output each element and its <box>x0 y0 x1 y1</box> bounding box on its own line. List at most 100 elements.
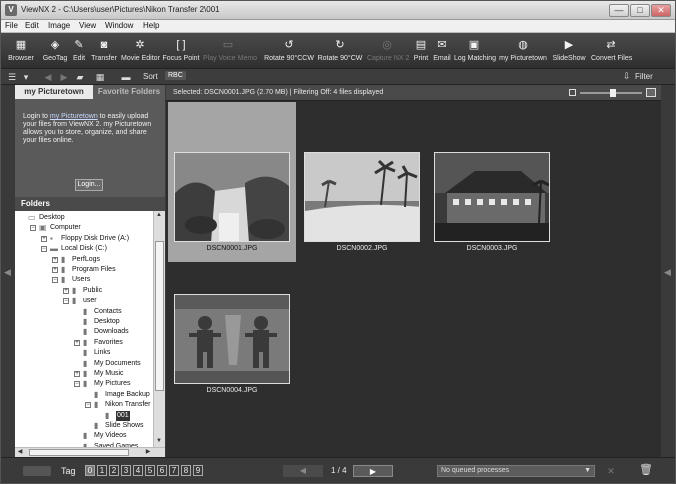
expand-icon[interactable]: + <box>74 371 80 377</box>
tree-item[interactable]: − ▬ Local Disk (C:) <box>15 244 153 254</box>
tag-6-button[interactable]: 6 <box>157 465 167 476</box>
sort-dropdown[interactable]: RBC <box>165 71 186 80</box>
menu-image[interactable]: Image <box>48 21 70 30</box>
large-thumbnail-icon[interactable] <box>646 88 656 97</box>
tree-item[interactable]: − ▣ Computer <box>15 223 153 233</box>
tree-item[interactable]: − ▮ Users <box>15 275 153 285</box>
cancel-process-icon[interactable]: ✕ <box>605 465 617 477</box>
scrollbar-thumb[interactable] <box>155 241 164 391</box>
chevron-left-icon[interactable]: ◀ <box>4 267 11 278</box>
thumbnail-item[interactable]: DSCN0003.JPG <box>428 102 556 262</box>
tree-item[interactable]: ▮ Slide Shows <box>15 421 153 431</box>
thumbnail-item[interactable]: DSCN0004.JPG <box>168 260 296 420</box>
display-options-icon[interactable]: ▬ <box>119 71 133 83</box>
left-panel-handle[interactable]: ◀ <box>1 85 15 457</box>
log-matching-button[interactable]: ▣ Log Matching <box>454 35 496 67</box>
expand-icon[interactable]: + <box>41 235 47 242</box>
trash-icon[interactable]: 🗑 <box>639 463 653 478</box>
my-picturetown-button[interactable]: ◍ my Picturetown <box>498 35 548 67</box>
print-button[interactable]: ▤ Print <box>413 35 429 67</box>
menu-window[interactable]: Window <box>105 21 133 30</box>
filter-button[interactable]: Filter <box>635 72 653 81</box>
small-thumbnail-icon[interactable] <box>569 89 576 96</box>
rotate-90-ccw-button[interactable]: ↺ Rotate 90°CCW <box>263 35 315 67</box>
next-page-button[interactable]: ▶ <box>353 465 393 477</box>
slider-handle[interactable] <box>610 89 616 97</box>
tag-0-button[interactable]: 0 <box>85 465 95 476</box>
folder-tree-horizontal-scrollbar[interactable]: ◀ ▶ <box>15 447 165 457</box>
close-button[interactable]: ✕ <box>651 4 671 17</box>
tag-1-button[interactable]: 1 <box>97 465 107 476</box>
tag-8-button[interactable]: 8 <box>181 465 191 476</box>
tree-item[interactable]: + ▮ Program Files <box>15 265 153 275</box>
geotag-button[interactable]: ◈ GeoTag <box>41 35 69 67</box>
tree-item[interactable]: ▮ Links <box>15 348 153 358</box>
collapse-icon[interactable]: − <box>85 402 91 409</box>
tree-item[interactable]: ▮ My Documents <box>15 359 153 369</box>
tree-item[interactable]: − ▮ user <box>15 296 153 306</box>
tab-favorite-folders[interactable]: Favorite Folders <box>93 85 165 99</box>
thumbnail-options-icon[interactable]: ▦ <box>93 71 107 83</box>
login-button[interactable]: Login... <box>75 179 103 191</box>
menu-file[interactable]: File <box>5 21 18 30</box>
tree-item[interactable]: + ▮ Public <box>15 286 153 296</box>
tag-9-button[interactable]: 9 <box>193 465 203 476</box>
menu-help[interactable]: Help <box>143 21 159 30</box>
thumbnail-image[interactable] <box>304 152 420 242</box>
collapse-icon[interactable]: − <box>41 246 47 253</box>
tree-item[interactable]: + ▪ Floppy Disk Drive (A:) <box>15 234 153 244</box>
view-mode-icon[interactable]: ☰ <box>5 71 19 83</box>
chevron-down-icon[interactable]: ▼ <box>584 466 591 476</box>
tree-item[interactable]: + ▮ PerfLogs <box>15 255 153 265</box>
view-mode-dropdown-icon[interactable]: ▾ <box>19 71 33 83</box>
convert-files-button[interactable]: ⇄ Convert Files <box>591 35 632 67</box>
back-arrow-icon[interactable]: ◀ <box>41 71 55 83</box>
menu-view[interactable]: View <box>79 21 96 30</box>
expand-icon[interactable]: + <box>52 267 58 273</box>
tree-item[interactable]: ▮ My Videos <box>15 431 153 441</box>
previous-page-button[interactable]: ◀ <box>283 465 323 477</box>
right-panel-handle[interactable]: ◀ <box>661 85 675 457</box>
collapse-icon[interactable]: − <box>63 298 69 305</box>
expand-icon[interactable]: + <box>52 256 58 263</box>
scroll-up-icon[interactable]: ▲ <box>154 211 164 220</box>
capture-nx-2-button[interactable]: ◎ Capture NX 2 <box>367 35 409 67</box>
tag-5-button[interactable]: 5 <box>145 465 155 476</box>
collapse-icon[interactable]: − <box>52 277 58 284</box>
tab-my-picturetown[interactable]: my Picturetown <box>15 85 93 99</box>
tag-2-button[interactable]: 2 <box>109 465 119 476</box>
process-queue-dropdown[interactable]: No queued processes ▼ <box>437 465 595 477</box>
filter-icon[interactable]: ⇩ <box>623 71 631 82</box>
picturetown-link[interactable]: my Picturetown <box>50 113 98 120</box>
maximize-button[interactable]: □ <box>630 4 650 17</box>
tree-item[interactable]: + ▮ Favorites <box>15 338 153 348</box>
expand-icon[interactable]: + <box>74 339 80 346</box>
folder-tree-vertical-scrollbar[interactable]: ▲ ▼ <box>153 211 165 447</box>
tree-item[interactable]: + ▮ My Music <box>15 369 153 379</box>
menu-edit[interactable]: Edit <box>25 21 39 30</box>
chevron-left-icon[interactable]: ◀ <box>664 267 671 278</box>
email-button[interactable]: ✉ Email <box>433 35 451 67</box>
scroll-right-icon[interactable]: ▶ <box>143 448 153 457</box>
transfer-button[interactable]: ◙ Transfer <box>91 35 117 67</box>
tree-item[interactable]: ▮ Contacts <box>15 307 153 317</box>
scroll-down-icon[interactable]: ▼ <box>154 437 164 446</box>
thumbnail-image[interactable] <box>174 294 290 384</box>
folder-up-icon[interactable]: ▰ <box>73 71 87 83</box>
scrollbar-thumb[interactable] <box>29 449 129 456</box>
tree-item[interactable]: ▮ Image Backup <box>15 390 153 400</box>
forward-arrow-icon[interactable]: ▶ <box>57 71 71 83</box>
tree-item[interactable]: ▮ 001 <box>15 410 153 421</box>
browser-button[interactable]: ▦ Browser <box>4 35 38 67</box>
app-icon[interactable]: V <box>5 4 17 16</box>
thumbnail-item[interactable]: DSCN0001.JPG <box>168 102 296 262</box>
tree-item[interactable]: − ▮ Nikon Transfer <box>15 400 153 410</box>
rotate-90-cw-button[interactable]: ↻ Rotate 90°CW <box>315 35 365 67</box>
tree-item[interactable]: ▮ Downloads <box>15 327 153 337</box>
expand-icon[interactable]: + <box>63 287 69 294</box>
tag-4-button[interactable]: 4 <box>133 465 143 476</box>
label-button[interactable] <box>23 466 51 476</box>
tree-item[interactable]: ▭ Desktop <box>15 213 153 223</box>
tag-7-button[interactable]: 7 <box>169 465 179 476</box>
slideshow-button[interactable]: ▶ SlideShow <box>551 35 587 67</box>
